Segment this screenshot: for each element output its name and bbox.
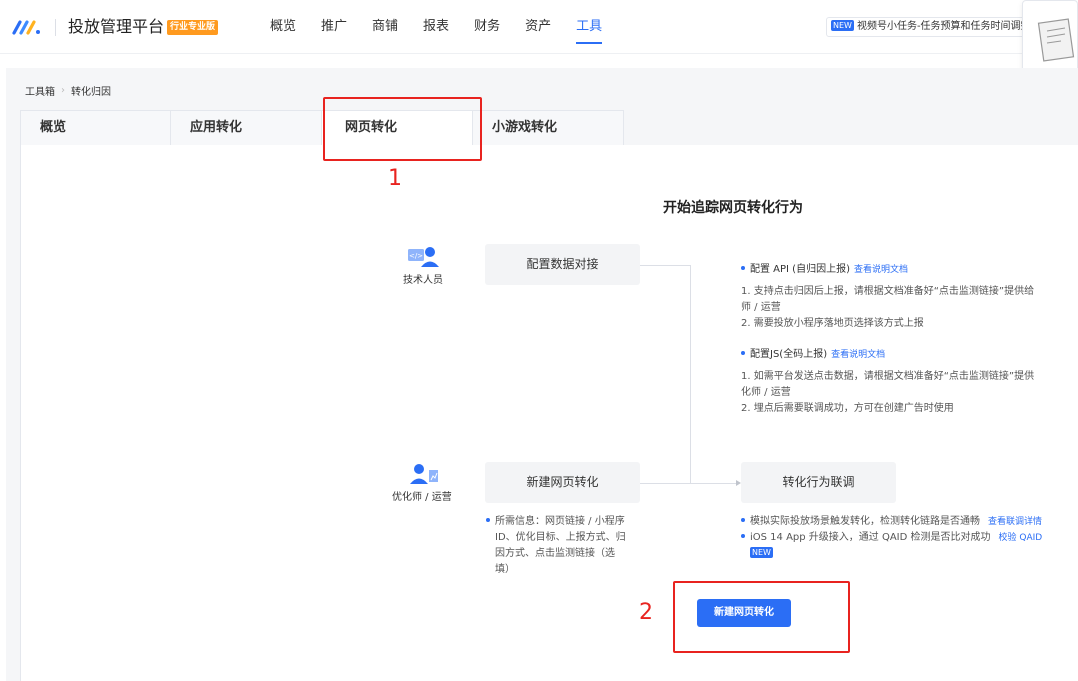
js-doc-link[interactable]: 查看说明文档 [831, 350, 885, 360]
nav-assets[interactable]: 资产 [525, 0, 551, 54]
breadcrumb: 工具箱 › 转化归因 [25, 83, 111, 98]
annotation-box-1 [323, 97, 482, 161]
js-line1b: 化师 / 运营 [741, 387, 791, 398]
bullet-icon [741, 266, 745, 270]
nav-tools[interactable]: 工具 [576, 0, 603, 54]
connector-create [640, 483, 737, 484]
main-nav: 概览 推广 商铺 报表 财务 资产 工具 [270, 0, 627, 54]
create-info-description: 所需信息：网页链接 / 小程序 ID、优化目标、上报方式、归 因方式、点击监测链… [486, 514, 646, 578]
role-tech: </> 技术人员 [403, 245, 443, 286]
api-line2: 2. 需要投放小程序落地页选择该方式上报 [741, 318, 924, 329]
breadcrumb-toolbox[interactable]: 工具箱 [25, 83, 55, 98]
api-config-description: 配置 API (自归因上报) 查看说明文档 1. 支持点击归因后上报，请根据文档准… [741, 262, 1078, 332]
page-title: 开始追踪网页转化行为 [663, 200, 803, 216]
optimizer-icon [409, 464, 438, 484]
js-line2: 2. 埋点后需要联调成功，方可在创建广告时使用 [741, 403, 954, 414]
step-create-web-conversion: 新建网页转化 [485, 462, 640, 503]
debug-info-description: 模拟实际投放场景触发转化，检测转化链路是否通畅 查看联调详情 iOS 14 App… [741, 514, 1078, 562]
app-title: 投放管理平台 [68, 17, 165, 36]
js-line1: 1. 如需平台发送点击数据，请根据文档准备好“点击监测链接”提供 [741, 371, 1035, 382]
tab-overview[interactable]: 概览 [20, 110, 171, 146]
api-config-title: 配置 API (自归因上报) [750, 264, 850, 275]
logo-divider [55, 19, 56, 36]
nav-promotion[interactable]: 推广 [321, 0, 347, 54]
debug-info-line2: iOS 14 App 升级接入，通过 QAID 检测是否比对成功 [750, 532, 991, 543]
notice-new-badge: NEW [831, 20, 854, 31]
bullet-icon [741, 534, 745, 538]
debug-info-line1: 模拟实际投放场景触发转化，检测转化链路是否通畅 [750, 516, 980, 527]
step-config-data: 配置数据对接 [485, 244, 640, 285]
top-header: 投放管理平台 行业专业版 概览 推广 商铺 报表 财务 资产 工具 NEW 视频号… [0, 0, 1078, 54]
notice-bar[interactable]: NEW 视频号小任务-任务预算和任务时间调整 [826, 17, 1034, 37]
js-config-title: 配置JS(全码上报) [750, 349, 828, 360]
annotation-number-1: 1 [388, 166, 402, 191]
annotation-number-2: 2 [639, 600, 653, 625]
bullet-icon [486, 518, 490, 522]
connector-vertical [690, 265, 691, 483]
arrow-right-icon [736, 480, 741, 486]
developer-icon: </> [408, 247, 439, 267]
breadcrumb-chevron-icon: › [61, 85, 65, 96]
tab-app-conversion[interactable]: 应用转化 [171, 110, 322, 146]
annotation-box-2 [673, 581, 850, 653]
breadcrumb-conversion: 转化归因 [71, 87, 111, 98]
create-info-line2: ID、优化目标、上报方式、归 [495, 532, 626, 543]
nav-overview[interactable]: 概览 [270, 0, 296, 54]
nav-finance[interactable]: 财务 [474, 0, 500, 54]
tab-minigame-conversion[interactable]: 小游戏转化 [473, 110, 624, 146]
create-info-line4: 填） [495, 564, 515, 575]
bullet-icon [741, 518, 745, 522]
nav-shop[interactable]: 商铺 [372, 0, 398, 54]
role-optimizer: 优化师 / 运营 [392, 462, 452, 503]
conversion-tabs: 概览 应用转化 网页转化 小游戏转化 [20, 110, 1078, 146]
platform-logo-icon [12, 20, 40, 35]
create-info-line1: 所需信息：网页链接 / 小程序 [495, 516, 625, 527]
api-line1b: 师 / 运营 [741, 302, 781, 313]
debug-detail-link[interactable]: 查看联调详情 [988, 517, 1042, 527]
role-tech-label: 技术人员 [403, 275, 443, 286]
bullet-icon [741, 351, 745, 355]
js-config-description: 配置JS(全码上报) 查看说明文档 1. 如需平台发送点击数据，请根据文档准备好“… [741, 347, 1078, 417]
api-line1: 1. 支持点击归因后上报，请根据文档准备好“点击监测链接”提供给 [741, 286, 1035, 297]
step-debug: 转化行为联调 [741, 462, 896, 503]
qaid-new-badge: NEW [750, 547, 773, 558]
verify-qaid-link[interactable]: 校验 QAID [999, 533, 1043, 543]
api-doc-link[interactable]: 查看说明文档 [854, 265, 908, 275]
notice-text: 视频号小任务-任务预算和任务时间调整 [856, 21, 1031, 32]
svg-text:</>: </> [409, 252, 423, 260]
role-optimizer-label: 优化师 / 运营 [392, 492, 452, 503]
create-info-line3: 因方式、点击监测链接（选 [495, 548, 615, 559]
connector-config [640, 265, 691, 266]
nav-reports[interactable]: 报表 [423, 0, 449, 54]
edition-badge: 行业专业版 [167, 20, 219, 35]
